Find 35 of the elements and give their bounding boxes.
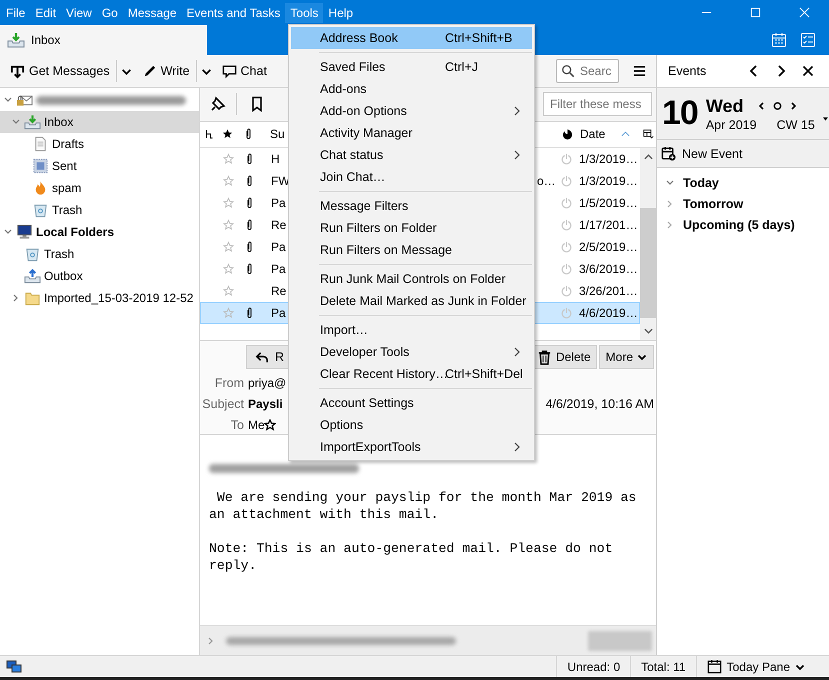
subject-cell: Pa <box>271 306 286 320</box>
subject-cell: H <box>271 152 280 166</box>
subject-cell: Re <box>271 284 286 298</box>
field-value: Me <box>248 418 265 432</box>
month-year: Apr 2019 <box>706 118 757 132</box>
message-date: 4/6/2019, 10:16 AM <box>546 396 654 411</box>
date-cell-text: 4/6/2019… <box>578 306 638 320</box>
subject-cell: Pa <box>271 262 286 276</box>
unread-count: Unread: 0 <box>556 656 630 677</box>
body-paragraph: Note: This is an auto-generated mail. Please do not reply. <box>209 540 614 574</box>
date-cell-text: 1/5/2019… <box>578 196 638 210</box>
field-label: From <box>214 376 244 390</box>
shortcut-text: Ctrl+Shift+Del <box>445 367 523 381</box>
pane-title: Events <box>668 64 706 78</box>
weekday: Wed <box>706 96 744 116</box>
date-cell-text: 1/17/201… <box>578 218 638 232</box>
day-number: 10 <box>662 94 698 133</box>
date-cell-text: 1/3/2019… <box>578 174 638 188</box>
date-cell-text: 3/6/2019… <box>578 262 638 276</box>
date-cell-text: 2/5/2019… <box>578 240 638 254</box>
field-value: Paysli <box>248 396 283 411</box>
body-paragraph: We are sending your payslip for the month Mar 2019 as an attachment with this mail. <box>209 489 638 524</box>
calendar-week: CW 15 <box>776 118 815 132</box>
subject-cell: Pa <box>271 196 286 210</box>
field-label: Subject <box>201 396 244 411</box>
table-cell: o… <box>537 174 556 188</box>
date-cell-text: 1/3/2019… <box>578 152 638 166</box>
shortcut-text: Ctrl+J <box>445 60 478 74</box>
date-cell-text: 3/26/201… <box>578 284 638 298</box>
subject-cell: Pa <box>271 240 286 254</box>
field-value: priya@ <box>248 376 286 390</box>
subject-cell: Re <box>271 218 286 232</box>
total-count: Total: 11 <box>630 656 696 677</box>
shortcut-text: Ctrl+Shift+B <box>445 31 512 45</box>
field-label: To <box>230 418 244 432</box>
